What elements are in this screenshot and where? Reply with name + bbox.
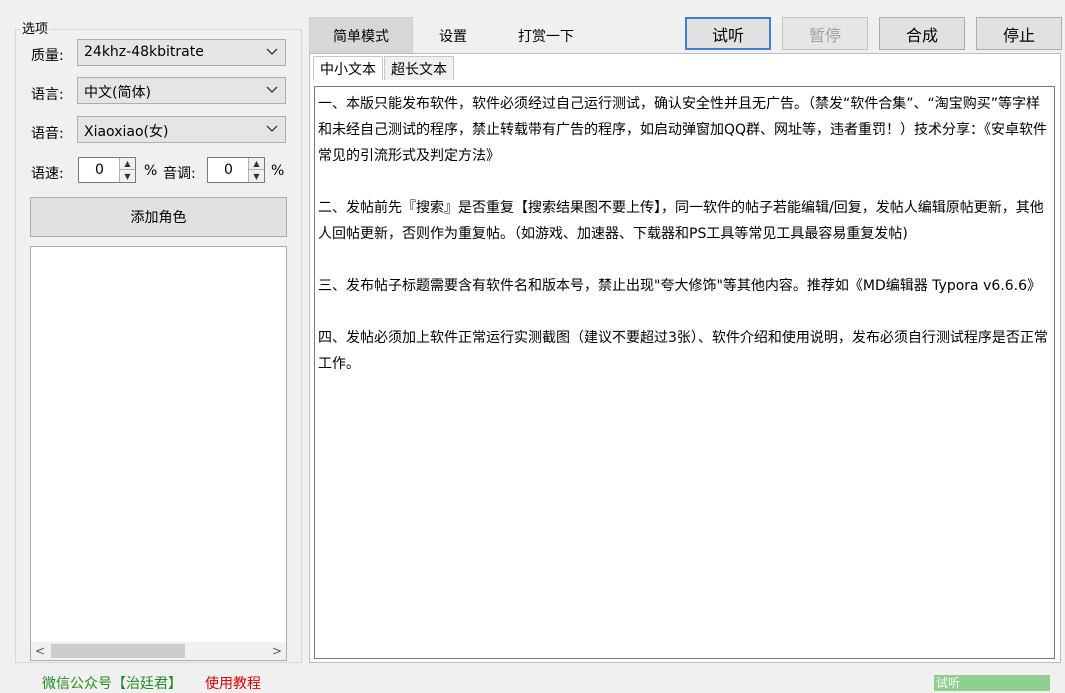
tab-simple-mode[interactable]: 简单模式 <box>309 17 413 54</box>
pitch-down-icon[interactable]: ▼ <box>249 170 264 182</box>
pitch-unit: % <box>271 163 285 179</box>
chevron-down-icon <box>265 121 279 135</box>
quality-value: 24khz-48kbitrate <box>84 44 204 60</box>
voice-label: 语音: <box>31 126 64 142</box>
wechat-link[interactable]: 微信公众号【治廷君】 <box>42 673 182 693</box>
quality-select[interactable]: 24khz-48kbitrate <box>77 39 286 66</box>
tutorial-link[interactable]: 使用教程 <box>205 673 261 693</box>
preview-button[interactable]: 试听 <box>685 17 771 50</box>
quality-label: 质量: <box>31 48 64 64</box>
pitch-stepper[interactable]: 0 ▲ ▼ <box>207 157 265 183</box>
tab-settings[interactable]: 设置 <box>420 17 486 54</box>
stop-button[interactable]: 停止 <box>976 17 1062 50</box>
scroll-right-icon[interactable]: > <box>268 642 286 660</box>
role-list[interactable]: < > <box>30 246 287 661</box>
status-progress: 试听 <box>934 675 1050 691</box>
language-label: 语言: <box>31 87 64 103</box>
rate-down-icon[interactable]: ▼ <box>120 170 135 182</box>
rate-value: 0 <box>95 162 104 178</box>
text-paragraph: 一、本版只能发布软件，软件必须经过自己运行测试，确认安全性并且无广告。（禁发“软… <box>318 96 1048 164</box>
voice-select[interactable]: Xiaoxiao(女) <box>77 116 286 143</box>
pitch-up-icon[interactable]: ▲ <box>249 158 264 170</box>
chevron-down-icon <box>265 44 279 58</box>
pitch-value: 0 <box>224 162 233 178</box>
options-group-title: 选项 <box>20 18 51 37</box>
tab-long-text[interactable]: 超长文本 <box>384 56 454 80</box>
scroll-thumb[interactable] <box>51 644 185 658</box>
status-text: 试听 <box>936 676 961 690</box>
text-paragraph: 三、发布帖子标题需要含有软件名和版本号，禁止出现"夸大修饰"等其他内容。推荐如《… <box>318 278 1041 294</box>
pause-button[interactable]: 暂停 <box>782 17 868 50</box>
rate-up-icon[interactable]: ▲ <box>120 158 135 170</box>
rate-label: 语速: <box>31 166 64 182</box>
scroll-left-icon[interactable]: < <box>31 642 49 660</box>
chevron-down-icon <box>265 82 279 96</box>
pitch-label: 音调: <box>163 166 196 182</box>
text-paragraph: 二、发帖前先『搜索』是否重复【搜索结果图不要上传】，同一软件的帖子若能编辑/回复… <box>318 200 1044 242</box>
language-select[interactable]: 中文(简体) <box>77 77 286 104</box>
voice-value: Xiaoxiao(女) <box>84 124 169 140</box>
text-paragraph: 四、发帖必须加上软件正常运行实测截图（建议不要超过3张）、软件介绍和使用说明，发… <box>318 330 1048 372</box>
synthesize-button[interactable]: 合成 <box>879 17 965 50</box>
role-list-scrollbar[interactable]: < > <box>31 642 286 660</box>
add-role-button[interactable]: 添加角色 <box>30 197 287 237</box>
text-input-area[interactable]: 一、本版只能发布软件，软件必须经过自己运行测试，确认安全性并且无广告。（禁发“软… <box>314 86 1055 659</box>
tab-short-text[interactable]: 中小文本 <box>313 56 383 80</box>
rate-unit: % <box>144 163 158 179</box>
rate-stepper[interactable]: 0 ▲ ▼ <box>78 157 136 183</box>
tab-donate[interactable]: 打赏一下 <box>500 17 592 54</box>
language-value: 中文(简体) <box>84 85 151 101</box>
